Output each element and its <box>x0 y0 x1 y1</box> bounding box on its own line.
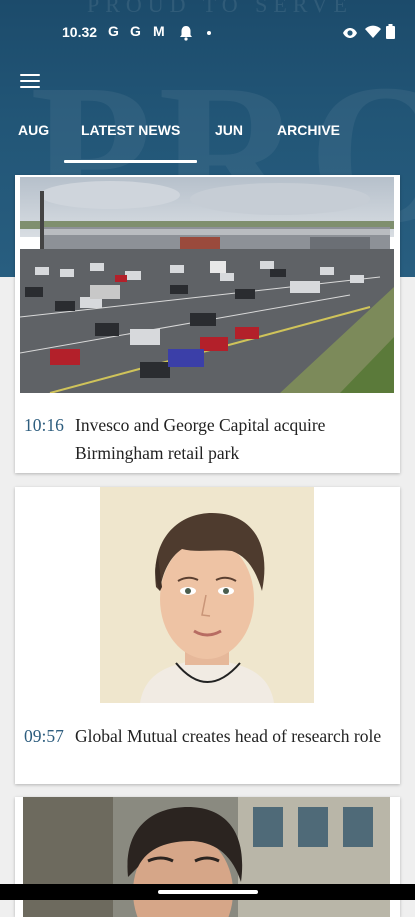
bell-icon <box>180 26 192 41</box>
google-notification-icon: G <box>130 23 141 39</box>
system-navigation-bar <box>0 884 415 900</box>
article-time: 09:57 <box>24 726 64 746</box>
tab-latest-news[interactable]: LATEST NEWS <box>81 118 180 162</box>
article-headline-row: 10:16 Invesco and George Capital acquire… <box>15 411 386 467</box>
article-time: 10:16 <box>24 415 64 435</box>
status-bar: 10.32 G G M <box>0 18 415 48</box>
eye-icon <box>343 28 357 38</box>
tab-archive[interactable]: ARCHIVE <box>277 118 340 162</box>
article-headline: Invesco and George Capital acquire Birmi… <box>75 415 326 463</box>
gmail-notification-icon: M <box>153 23 165 39</box>
tab-aug[interactable]: AUG <box>18 118 49 162</box>
tab-jun[interactable]: JUN <box>215 118 243 162</box>
header-watermark-tagline: PROUD TO SERVE <box>86 0 353 17</box>
article-card[interactable]: 09:57 Global Mutual creates head of rese… <box>15 487 400 784</box>
selected-tab-indicator <box>64 160 197 163</box>
hamburger-menu-icon[interactable] <box>20 72 42 90</box>
article-card[interactable]: 10:16 Invesco and George Capital acquire… <box>15 175 400 473</box>
article-image-retail-park <box>20 177 394 393</box>
article-image-portrait <box>100 487 314 703</box>
battery-icon <box>386 24 395 39</box>
home-gesture-handle[interactable] <box>158 890 258 894</box>
article-headline: Global Mutual creates head of research r… <box>75 726 382 746</box>
wifi-icon <box>365 25 381 38</box>
more-notifications-dot <box>207 31 211 35</box>
status-time: 10.32 <box>62 24 98 40</box>
article-headline-row: 09:57 Global Mutual creates head of rese… <box>15 722 386 750</box>
google-notification-icon: G <box>108 23 119 39</box>
tab-bar: AUG LATEST NEWS JUN ARCHIVE <box>0 118 415 164</box>
